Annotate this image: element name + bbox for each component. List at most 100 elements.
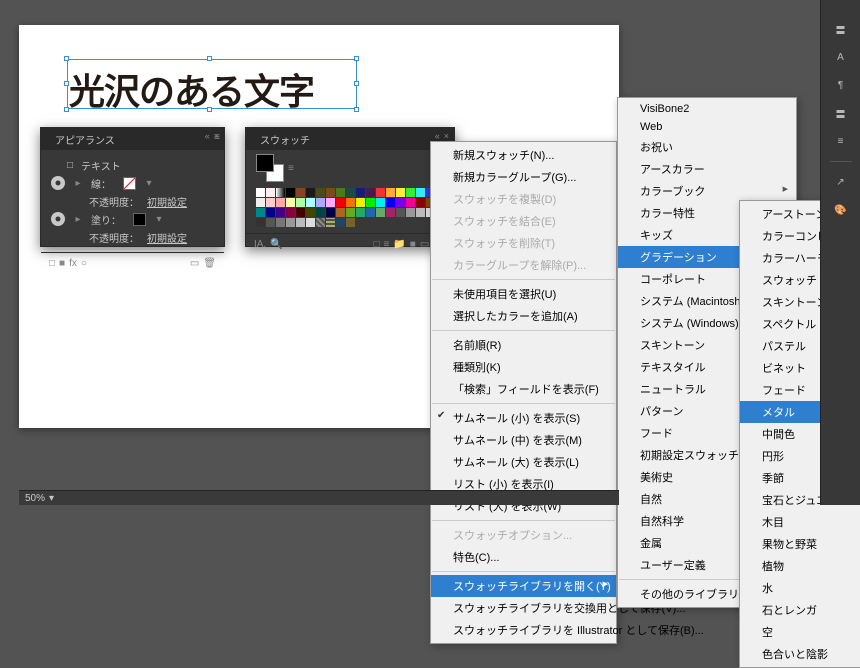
swatch-cell[interactable]	[306, 198, 315, 207]
opacity-row[interactable]: 不透明度：初期設定	[51, 192, 214, 210]
menu-item[interactable]: スウォッチライブラリを開く(Y)	[431, 575, 616, 597]
menu-item[interactable]: スウォッチライブラリを Illustrator として保存(B)...	[431, 619, 616, 641]
menu-item[interactable]: 新規スウォッチ(N)...	[431, 144, 616, 166]
swatch-cell[interactable]	[376, 198, 385, 207]
swatch-cell[interactable]	[256, 198, 265, 207]
swatch-cell[interactable]	[336, 218, 345, 227]
swatch-cell[interactable]	[416, 208, 425, 217]
menu-item[interactable]: Web	[618, 118, 796, 136]
foot-icon[interactable]: ▭	[190, 258, 199, 269]
menu-item[interactable]: 選択したカラーを追加(A)	[431, 305, 616, 327]
menu-item[interactable]: サムネール (大) を表示(L)	[431, 451, 616, 473]
swatches-grid[interactable]	[246, 186, 454, 233]
swatch-cell[interactable]	[396, 208, 405, 217]
dock-icon[interactable]: ≡	[830, 130, 852, 152]
menu-item[interactable]: サムネール (中) を表示(M)	[431, 429, 616, 451]
swatch-cell[interactable]	[406, 218, 415, 227]
swatch-cell[interactable]	[266, 218, 275, 227]
swatch-cell[interactable]	[286, 198, 295, 207]
canvas-text-object[interactable]: 光沢のある文字	[69, 63, 314, 115]
swatch-cell[interactable]	[316, 188, 325, 197]
menu-item[interactable]: 水	[740, 577, 860, 599]
menu-item[interactable]: 「検索」フィールドを表示(F)	[431, 378, 616, 400]
swatch-cell[interactable]	[306, 188, 315, 197]
foot-icon[interactable]: ○	[81, 258, 87, 269]
stroke-swatch[interactable]	[123, 177, 136, 190]
swatch-cell[interactable]	[386, 188, 395, 197]
swatch-cell[interactable]	[416, 198, 425, 207]
foot-icon[interactable]: ■	[410, 239, 416, 250]
panel-menu-icon[interactable]: ≡	[214, 132, 220, 143]
swatch-cell[interactable]	[276, 198, 285, 207]
swatch-cell[interactable]	[296, 218, 305, 227]
swatch-cell[interactable]	[396, 198, 405, 207]
swatch-cell[interactable]	[296, 188, 305, 197]
swatch-cell[interactable]	[406, 188, 415, 197]
swatch-cell[interactable]	[406, 198, 415, 207]
dock-icon[interactable]: ¶	[830, 74, 852, 96]
swatch-cell[interactable]	[386, 218, 395, 227]
swatch-cell[interactable]	[326, 218, 335, 227]
swatch-cell[interactable]	[346, 208, 355, 217]
stroke-row[interactable]: ▸線：▾	[51, 174, 214, 192]
swatch-cell[interactable]	[376, 218, 385, 227]
fill-stroke-indicator[interactable]	[256, 154, 284, 182]
swatch-cell[interactable]	[336, 188, 345, 197]
menu-item[interactable]: 未使用項目を選択(U)	[431, 283, 616, 305]
dock-icon[interactable]: 🎨	[830, 199, 852, 221]
menu-item[interactable]: サムネール (小) を表示(S)	[431, 407, 616, 429]
swatch-cell[interactable]	[346, 188, 355, 197]
fill-row[interactable]: ▸塗り：▾	[51, 210, 214, 228]
swatch-cell[interactable]	[396, 218, 405, 227]
swatch-cell[interactable]	[286, 218, 295, 227]
swatch-cell[interactable]	[366, 218, 375, 227]
foot-icon[interactable]: □	[373, 239, 379, 250]
menu-item[interactable]: 色合いと陰影	[740, 643, 860, 665]
swatch-cell[interactable]	[316, 218, 325, 227]
menu-item[interactable]: 名前順(R)	[431, 334, 616, 356]
foot-icon[interactable]: 🗑	[203, 258, 216, 269]
menu-item[interactable]: 新規カラーグループ(G)...	[431, 166, 616, 188]
swatch-cell[interactable]	[346, 198, 355, 207]
swatch-cell[interactable]	[266, 198, 275, 207]
appearance-panel[interactable]: «× アピアランス ≡ □テキスト ▸線：▾ 不透明度：初期設定 ▸塗り：▾ 不…	[40, 127, 225, 247]
swatch-cell[interactable]	[336, 198, 345, 207]
visibility-eye-icon[interactable]	[51, 212, 65, 226]
menu-item[interactable]: 木目	[740, 511, 860, 533]
panel-dock-icon[interactable]: «	[435, 131, 440, 141]
swatch-cell[interactable]	[386, 208, 395, 217]
foot-icon[interactable]: □	[49, 258, 55, 269]
menu-item[interactable]: カラーブック	[618, 180, 796, 202]
swatch-cell[interactable]	[396, 188, 405, 197]
panel-dock-icon[interactable]: «	[205, 131, 210, 141]
swatch-cell[interactable]	[406, 208, 415, 217]
swatch-cell[interactable]	[256, 208, 265, 217]
fill-swatch[interactable]	[133, 213, 146, 226]
swatch-cell[interactable]	[296, 198, 305, 207]
foot-icon[interactable]: fx	[69, 258, 77, 269]
menu-item[interactable]: VisiBone2	[618, 100, 796, 118]
swatch-cell[interactable]	[356, 188, 365, 197]
swatches-flyout-menu[interactable]: 新規スウォッチ(N)...新規カラーグループ(G)...スウォッチを複製(D)ス…	[430, 141, 617, 644]
dock-icon[interactable]: 〓	[830, 18, 852, 40]
swatch-cell[interactable]	[276, 208, 285, 217]
swatch-cell[interactable]	[366, 208, 375, 217]
appearance-tab[interactable]: アピアランス	[49, 129, 121, 150]
menu-item[interactable]: 特色(C)...	[431, 546, 616, 568]
swatches-tab[interactable]: スウォッチ	[254, 129, 316, 150]
swatch-cell[interactable]	[416, 188, 425, 197]
swatch-cell[interactable]	[256, 188, 265, 197]
opacity-row[interactable]: 不透明度：初期設定	[51, 228, 214, 246]
menu-item[interactable]: 石とレンガ	[740, 599, 860, 621]
dock-icon[interactable]: 〓	[830, 102, 852, 124]
swatch-cell[interactable]	[366, 188, 375, 197]
swatch-cell[interactable]	[346, 218, 355, 227]
swatch-cell[interactable]	[376, 188, 385, 197]
swatch-cell[interactable]	[296, 208, 305, 217]
swatch-cell[interactable]	[276, 188, 285, 197]
swatches-panel[interactable]: «× スウォッチ ≡ IA. 🔍 □ ≡ 📁 ■ ▭ 🗑	[245, 127, 455, 247]
swatch-cell[interactable]	[276, 218, 285, 227]
swatch-cell[interactable]	[356, 208, 365, 217]
menu-item[interactable]: お祝い	[618, 136, 796, 158]
dock-icon[interactable]: A	[830, 46, 852, 68]
